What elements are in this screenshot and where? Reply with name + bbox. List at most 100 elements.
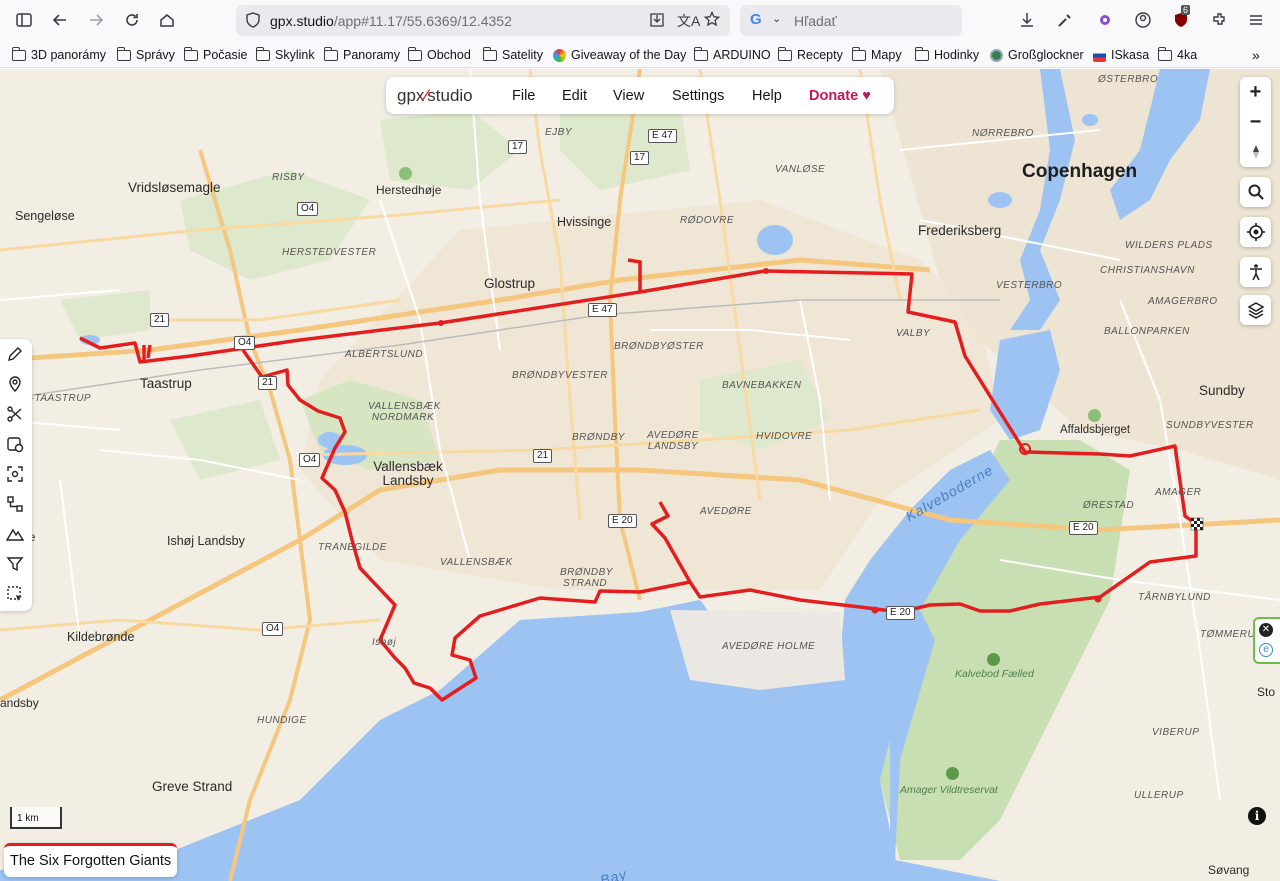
bookmark-label: Počasie [203,48,248,62]
chevron-down-icon[interactable]: ⌄ [772,12,781,25]
calendar-clock-icon[interactable] [6,435,26,455]
bookmark-item[interactable]: Großglockner [990,46,1084,64]
extension-e-icon[interactable]: e [1259,643,1273,657]
hamburger-menu-icon[interactable] [1242,6,1270,34]
eyedropper-icon[interactable] [1051,6,1079,34]
map-label-city: Vallensbæk Landsby [373,459,443,488]
sidebar-toggle-icon[interactable] [10,6,38,34]
bookmark-item[interactable]: 3D panorámy [12,46,106,64]
bookmark-item[interactable]: Satelity [483,46,543,64]
donate-button[interactable]: Donate ♥ [809,88,871,104]
bookmark-label: Mapy [871,48,902,62]
elevation-icon[interactable] [5,525,26,545]
address-bar[interactable]: gpx.studio/app#11.17/55.6369/12.4352 文A [236,5,730,36]
map-label-district: EJBY [545,127,573,138]
layers-button[interactable] [1240,295,1271,325]
menu-help[interactable]: Help [752,88,782,104]
translate-icon[interactable]: 文A [677,11,700,31]
scan-icon[interactable] [6,465,26,485]
forward-icon[interactable] [82,6,110,34]
zoom-in-button[interactable]: + [1240,77,1271,107]
account-icon[interactable] [1129,6,1157,34]
menu-edit[interactable]: Edit [562,88,587,104]
road-shield: O4 [299,453,321,467]
map-label-city: Taastrup [140,376,192,391]
bookmark-item[interactable]: Obchod [408,46,471,64]
search-icon [1248,184,1264,200]
bookmark-label: Recepty [797,48,843,62]
bookmark-label: 3D panorámy [31,48,107,62]
road-shield: E 20 [886,606,915,620]
map-pin-icon[interactable] [6,375,26,395]
select-icon[interactable] [6,585,26,605]
zoom-controls: + − [1240,77,1271,167]
bookmark-item[interactable]: Giveaway of the Day [553,46,686,64]
road-shield: O4 [234,336,256,350]
map-label-district: AVEDØRE [700,506,752,517]
bookmark-item[interactable]: Hodinky [915,46,979,64]
bookmark-item[interactable]: Panoramy [324,46,400,64]
compass-button[interactable] [1240,137,1271,167]
bookmark-label: ARDUINO [713,48,771,62]
map-label-district: BRØNDBYVESTER [512,370,608,381]
menu-view[interactable]: View [613,88,644,104]
bookmark-item[interactable]: Recepty [778,46,843,64]
bookmark-label: ISkasa [1111,48,1150,62]
track-name-tab[interactable]: The Six Forgotten Giants [4,843,178,877]
more-bookmarks-icon[interactable]: » [1252,46,1260,64]
ublock-icon[interactable]: 6 [1167,5,1195,34]
map-label-city: Glostrup [484,276,536,291]
extension-gear-icon[interactable] [1091,6,1119,34]
bookmark-item[interactable]: ISkasa [1093,46,1149,64]
menu-file[interactable]: File [512,88,535,104]
map-canvas[interactable]: Copenhagen Vridsløsemagle Sengeløse Hers… [0,69,1280,881]
bookmark-label: 4ka [1177,48,1198,62]
bookmark-star-icon[interactable] [703,10,721,32]
map-label-city: Ishøj Landsby [167,534,245,548]
filter-icon[interactable] [6,555,26,575]
map-label-district: BRØNDBY [572,432,625,443]
reload-icon[interactable] [118,6,146,34]
merge-icon[interactable] [6,495,26,515]
folder-icon [778,46,792,61]
bookmark-label: Hodinky [934,48,980,62]
folder-icon [408,46,422,61]
close-icon[interactable]: ✕ [1259,623,1273,637]
bookmark-item[interactable]: Správy [117,46,175,64]
bookmark-item[interactable]: Počasie [184,46,247,64]
map-label-city: Affaldsbjerget [1060,424,1131,436]
heart-icon: ♥ [862,88,871,104]
map-label-city: Vridsløsemagle [128,180,221,195]
map-label-city: Copenhagen [1022,161,1138,182]
extensions-icon[interactable] [1205,6,1233,34]
bookmark-label: Správy [136,48,175,62]
home-icon[interactable] [153,6,181,34]
map-label-district: TRANEGILDE [318,542,387,553]
url-text: gpx.studio/app#11.17/55.6369/12.4352 [270,13,512,29]
scissors-icon[interactable] [6,405,26,425]
zoom-out-button[interactable]: − [1240,107,1271,137]
menu-settings[interactable]: Settings [672,88,724,104]
search-button[interactable] [1240,177,1271,207]
pencil-icon[interactable] [6,345,26,365]
folder-icon [1158,46,1172,61]
search-bar[interactable]: G ⌄ Hľadať [740,5,962,36]
map-label-district: VALBY [896,328,931,339]
road-shield: E 47 [648,129,677,143]
bookmark-item[interactable]: Skylink [256,46,315,64]
accessibility-button[interactable] [1240,257,1271,287]
bookmark-item[interactable]: Mapy [852,46,902,64]
folder-icon [324,46,338,61]
bookmark-item[interactable]: ARDUINO [694,46,771,64]
info-icon[interactable]: i [1248,807,1266,825]
extension-side-tab[interactable]: ✕ e [1253,617,1280,664]
bookmark-item[interactable]: 4ka [1158,46,1197,64]
downloads-icon[interactable] [1013,6,1041,34]
map-label-city: Sundby [1199,383,1245,398]
back-icon[interactable] [46,6,74,34]
save-page-icon[interactable] [649,12,665,33]
shield-icon[interactable] [245,12,261,33]
bookmarks-bar: 3D panorámy Správy Počasie Skylink Panor… [0,40,1280,68]
locate-button[interactable] [1240,217,1271,247]
map-label-district: WILDERS PLADS [1125,240,1213,251]
